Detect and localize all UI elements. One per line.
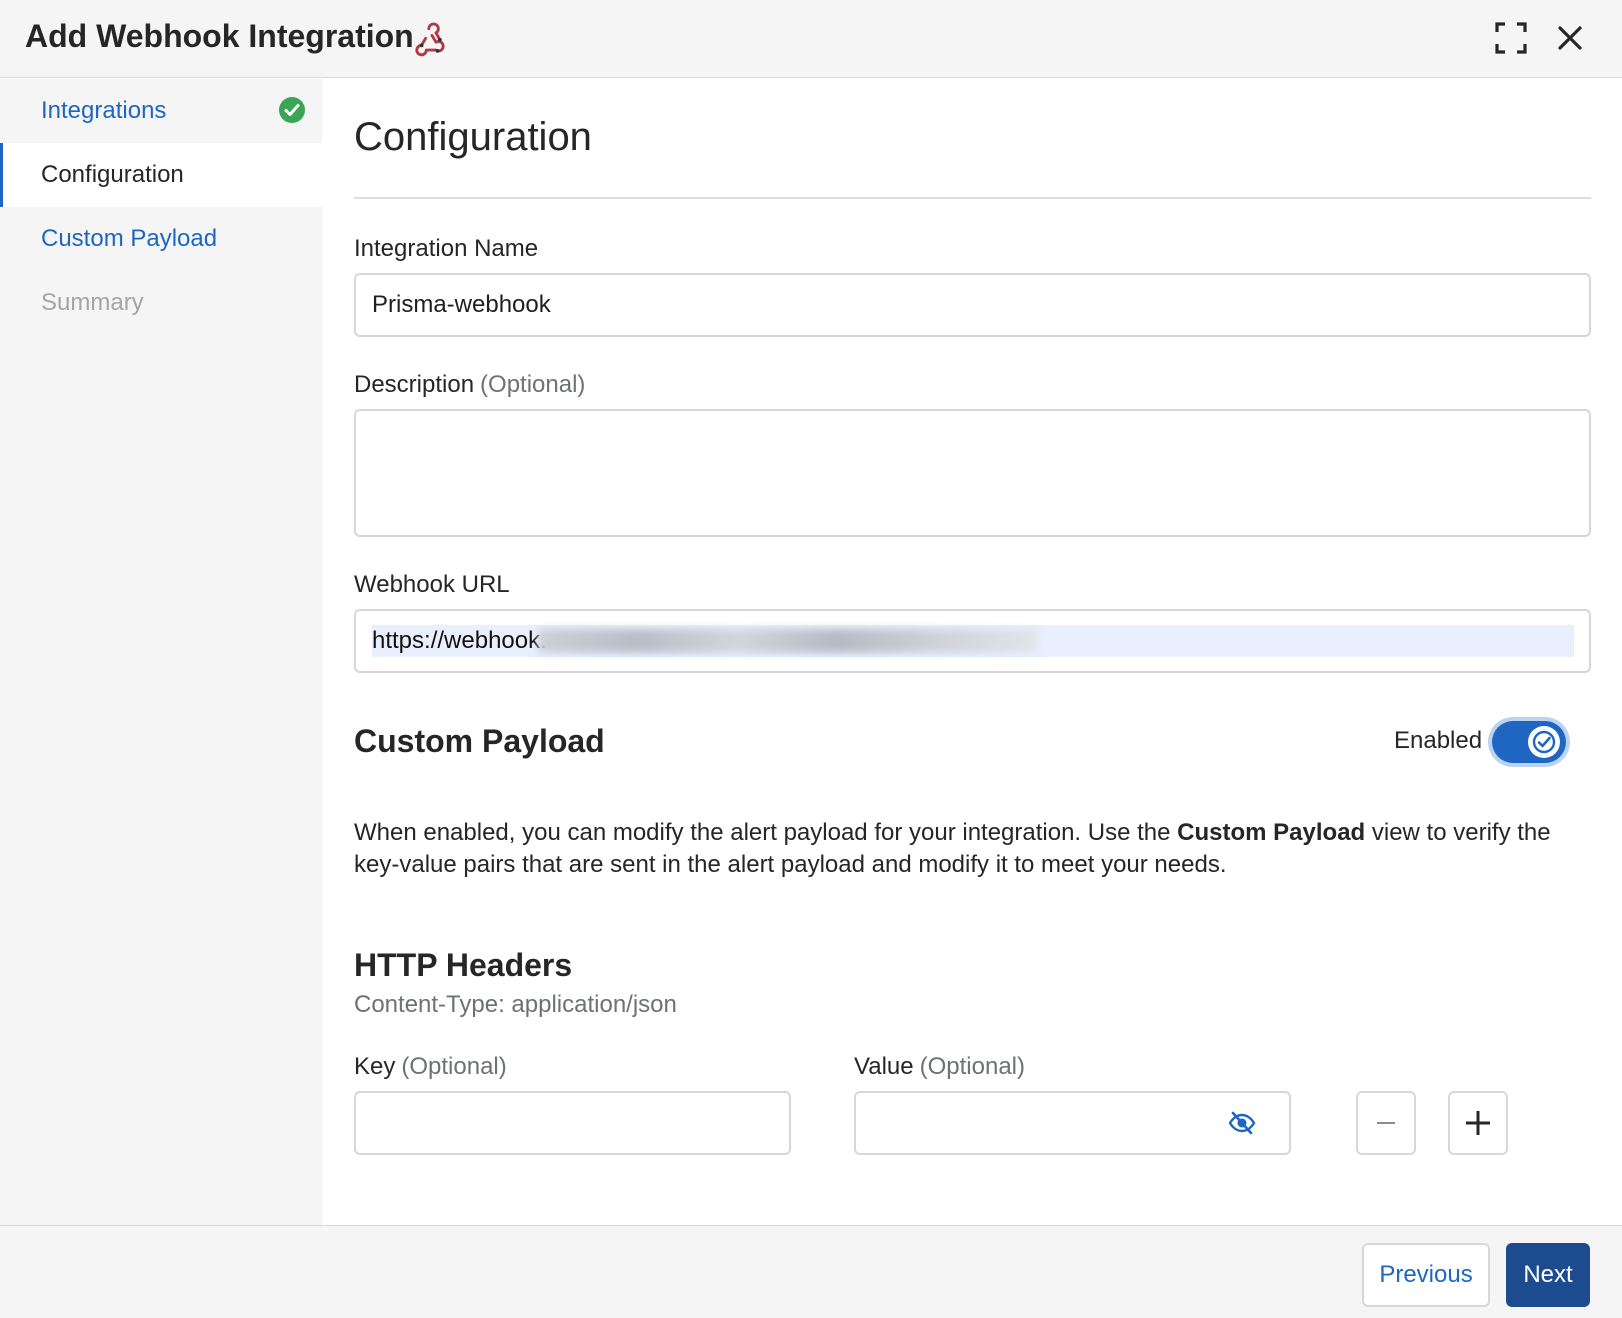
- description-label-text: Description: [354, 371, 475, 398]
- http-headers-title: HTTP Headers: [354, 947, 573, 983]
- next-button[interactable]: Next: [1506, 1243, 1590, 1307]
- custom-payload-toggle[interactable]: [1492, 721, 1566, 763]
- desc-bold-text: Custom Payload: [1177, 819, 1366, 846]
- plus-icon: [1466, 1111, 1490, 1135]
- webhook-icon: [415, 22, 445, 57]
- header-value-label: Value (Optional): [854, 1053, 1025, 1081]
- check-icon: [1532, 730, 1556, 754]
- header-value-input[interactable]: [854, 1091, 1291, 1155]
- webhook-url-input[interactable]: https://webhook.: [354, 609, 1591, 673]
- custom-payload-title: Custom Payload: [354, 723, 605, 759]
- integration-name-label: Integration Name: [354, 235, 539, 262]
- divider: [354, 197, 1591, 199]
- toggle-knob: [1528, 726, 1560, 758]
- desc-text: When enabled, you can modify the alert p…: [354, 819, 1178, 846]
- dialog-header: Add Webhook Integration: [0, 0, 1622, 78]
- webhook-url-value: https://webhook.: [372, 627, 547, 654]
- step-label: Summary: [41, 289, 144, 316]
- step-summary: Summary: [0, 271, 322, 335]
- optional-hint: (Optional): [919, 1053, 1025, 1080]
- wizard-steps-sidebar: Integrations Configuration Custom Payloa…: [0, 79, 322, 1225]
- step-label: Custom Payload: [41, 225, 218, 252]
- custom-payload-toggle-label: Enabled: [1394, 727, 1483, 754]
- remove-header-button[interactable]: [1356, 1091, 1416, 1155]
- expand-icon[interactable]: [1493, 20, 1529, 56]
- eye-off-icon[interactable]: [1227, 1108, 1257, 1138]
- dialog-title: Add Webhook Integration: [25, 18, 414, 54]
- header-key-label-text: Key: [354, 1053, 396, 1080]
- content-type-note: Content-Type: application/json: [354, 991, 677, 1018]
- minus-icon: [1377, 1122, 1395, 1124]
- header-key-label: Key (Optional): [354, 1053, 507, 1081]
- add-header-button[interactable]: [1448, 1091, 1508, 1155]
- step-custom-payload[interactable]: Custom Payload: [0, 207, 322, 271]
- description-label: Description (Optional): [354, 371, 585, 399]
- header-value-label-text: Value: [854, 1053, 914, 1080]
- redacted-url-segment: [538, 629, 1038, 653]
- dialog-footer: Previous Next: [0, 1225, 1622, 1318]
- step-label: Integrations: [41, 97, 167, 124]
- custom-payload-description: When enabled, you can modify the alert p…: [354, 817, 1584, 881]
- step-configuration[interactable]: Configuration: [0, 143, 322, 207]
- configuration-panel: Configuration Integration Name Descripti…: [322, 79, 1622, 1225]
- description-textarea[interactable]: [354, 409, 1591, 537]
- step-integrations[interactable]: Integrations: [0, 79, 322, 143]
- previous-button[interactable]: Previous: [1362, 1243, 1490, 1307]
- check-circle-icon: [279, 97, 305, 123]
- close-icon[interactable]: [1552, 20, 1588, 56]
- page-title: Configuration: [354, 115, 592, 159]
- header-key-input[interactable]: [354, 1091, 791, 1155]
- step-label: Configuration: [41, 161, 184, 188]
- optional-hint: (Optional): [401, 1053, 507, 1080]
- webhook-url-label: Webhook URL: [354, 571, 510, 598]
- optional-hint: (Optional): [480, 371, 586, 398]
- integration-name-input[interactable]: [354, 273, 1591, 337]
